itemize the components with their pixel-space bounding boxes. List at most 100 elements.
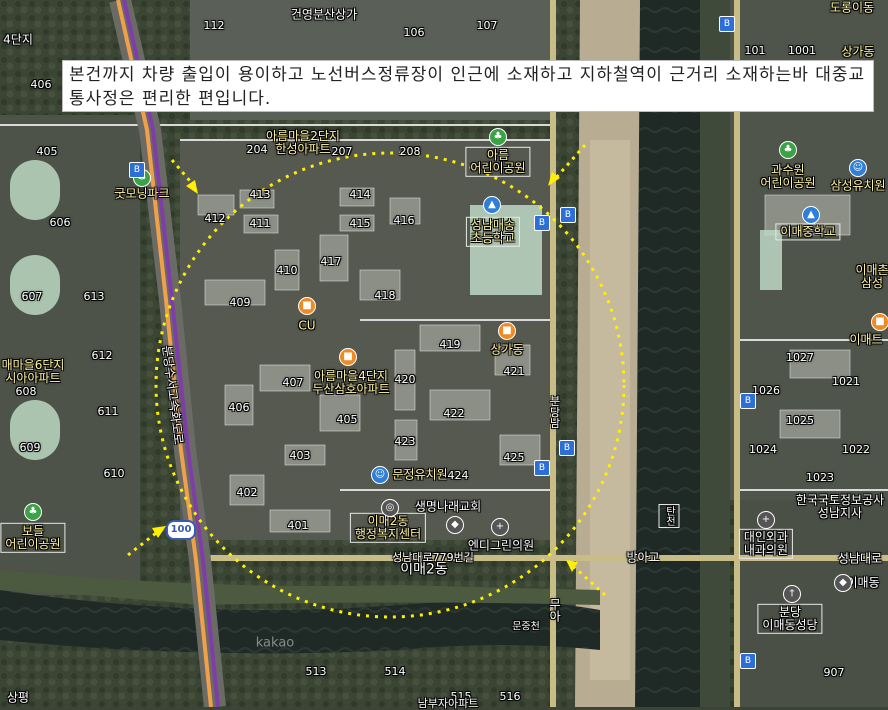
bldg-1022: 1022 [842, 442, 870, 456]
bldg-410: 410 [276, 263, 298, 277]
place-bottom-left: 상평 [6, 690, 30, 705]
store-icon[interactable]: ■ [498, 322, 516, 340]
bldg-424: 424 [447, 468, 469, 482]
bldg-403: 403 [289, 448, 311, 462]
park-icon[interactable]: ♣ [24, 503, 42, 521]
place-top-right: 도롱이동 [829, 0, 875, 15]
place-upper-right: 상가동 [841, 44, 875, 59]
bldg-405-left: 405 [36, 144, 58, 158]
bus-stop-icon[interactable]: B [129, 162, 145, 178]
place-bodeul-park: 보들 어린이공원 [0, 522, 66, 554]
place-imae-middle: 이매중학교 [775, 223, 841, 241]
place-welfare: 이매2동 행정복지센터 [349, 512, 427, 544]
bldg-420: 420 [394, 372, 416, 386]
gov-icon[interactable]: ◆ [834, 574, 852, 592]
school-icon[interactable]: ▲ [802, 206, 820, 224]
bldg-422: 422 [443, 406, 465, 420]
bldg-1027: 1027 [786, 350, 814, 364]
bldg-516: 516 [499, 689, 521, 703]
bldg-112: 112 [203, 18, 225, 32]
bldg-106: 106 [403, 25, 425, 39]
bldg-606: 606 [49, 215, 71, 229]
park-icon[interactable]: ♣ [489, 128, 507, 146]
bldg-406-left: 406 [30, 77, 52, 91]
bldg-101: 101 [744, 43, 766, 57]
bldg-418: 418 [374, 288, 396, 302]
bldg-208: 208 [399, 144, 421, 158]
bus-stop-icon[interactable]: B [559, 440, 575, 456]
place-imae-right2: 이매트 [849, 332, 883, 347]
place-kindergarten: 문정유치원 [392, 467, 448, 482]
bldg-1025: 1025 [786, 413, 814, 427]
store-icon[interactable]: ■ [871, 313, 888, 331]
bus-stop-icon[interactable]: B [534, 460, 550, 476]
bldg-610: 610 [103, 466, 125, 480]
bldg-407: 407 [282, 375, 304, 389]
bldg-416: 416 [393, 213, 415, 227]
complex-2-label: 아름마을2단지 한성아파트 [266, 128, 340, 156]
bldg-413: 413 [249, 187, 271, 201]
place-korea-info: 한국국토정보공사 성남지사 [795, 492, 885, 520]
bldg-415: 415 [349, 216, 371, 230]
road-south: 무아 [547, 598, 562, 622]
bldg-419: 419 [439, 337, 461, 351]
place-left-complex6: 매마을6단지 시아아파트 [1, 357, 65, 385]
district-imae2dong: 이매2동 [400, 561, 448, 578]
bldg-611: 611 [97, 404, 119, 418]
route-100-marker[interactable]: 100 [166, 520, 196, 540]
place-samsung-kinder: 삼성유치원 [830, 178, 886, 193]
bldg-1026: 1026 [752, 383, 780, 397]
place-tancheon: 탄천 [658, 504, 680, 528]
bus-stop-icon[interactable]: B [534, 215, 550, 231]
bldg-1023: 1023 [806, 470, 834, 484]
bldg-1001: 1001 [788, 43, 816, 57]
store-icon[interactable]: ■ [339, 348, 357, 366]
kakao-watermark: kakao [255, 635, 295, 651]
place-church: 생명나래교회 [414, 499, 482, 514]
bldg-1024: 1024 [749, 442, 777, 456]
bus-stop-icon[interactable]: B [719, 16, 735, 32]
park-icon[interactable]: ♣ [779, 141, 797, 159]
place-areum-park: 아름 어린이공원 [465, 146, 531, 178]
kindergarten-icon[interactable]: ☺ [849, 159, 867, 177]
bldg-513: 513 [305, 664, 327, 678]
hospital-icon[interactable]: + [491, 518, 509, 536]
place-top-center: 건영분산상가 [290, 7, 358, 22]
road-stream: 문중천 [512, 621, 540, 633]
bldg-907: 907 [823, 665, 845, 679]
bus-stop-icon[interactable]: B [740, 653, 756, 669]
bldg-409: 409 [229, 295, 251, 309]
road-inner: 분당남 [548, 395, 562, 429]
place-endi: 엔디그린의원 [467, 538, 535, 553]
place-seongnam-school: 성남매송 초등학교 [465, 216, 521, 248]
bldg-405-main: 405 [336, 412, 358, 426]
store-icon[interactable]: ■ [298, 297, 316, 315]
road-main-avenue: 성남대로779번길 [392, 550, 474, 564]
hospital-icon[interactable]: + [757, 511, 775, 529]
bldg-421: 421 [503, 364, 525, 378]
school-icon[interactable]: ▲ [483, 196, 501, 214]
gov-icon[interactable]: ◎ [381, 499, 399, 517]
place-left-complex4: 4단지 [3, 32, 33, 47]
church-icon[interactable]: † [783, 585, 801, 603]
bldg-425: 425 [503, 450, 525, 464]
bldg-607: 607 [21, 289, 43, 303]
road-east: 성남대로 [837, 551, 883, 566]
bldg-1021: 1021 [832, 374, 860, 388]
bldg-514: 514 [384, 664, 406, 678]
kindergarten-icon[interactable]: ☺ [371, 466, 389, 484]
complex-4-label: 아름마을4단지 두산삼호아파트 [312, 368, 390, 396]
bldg-411: 411 [249, 216, 271, 230]
bldg-417: 417 [320, 254, 342, 268]
bus-stop-icon[interactable]: B [560, 207, 576, 223]
place-bundang-church: 분당 이매동성당 [757, 603, 823, 635]
bldg-412: 412 [204, 211, 226, 225]
place-cu: CU [298, 318, 316, 333]
bus-stop-icon[interactable]: B [740, 393, 756, 409]
place-bottom-inner: 남부자아파트 [417, 696, 479, 710]
government-icon[interactable]: ◆ [446, 516, 464, 534]
bldg-204: 204 [246, 142, 268, 156]
bldg-423: 423 [394, 434, 416, 448]
bldg-613: 613 [83, 289, 105, 303]
bldg-609: 609 [19, 440, 41, 454]
